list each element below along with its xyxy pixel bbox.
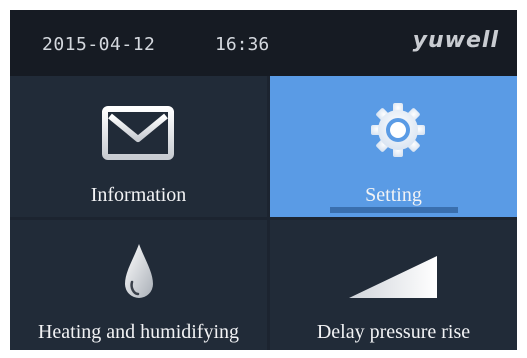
selection-underline xyxy=(330,207,458,213)
tile-label-delay-pressure-rise: Delay pressure rise xyxy=(316,321,471,343)
menu-tile-information[interactable]: Information xyxy=(10,76,267,217)
tile-label-heating-humidifying: Heating and humidifying xyxy=(37,321,240,343)
ramp-icon xyxy=(349,256,437,298)
envelope-icon xyxy=(102,106,174,160)
menu-tile-setting[interactable]: Setting xyxy=(270,76,517,217)
status-bar: 2015-04-12 16:36 yuwell xyxy=(10,10,517,76)
date-display: 2015-04-12 xyxy=(42,34,156,55)
device-screen: 2015-04-12 16:36 yuwell Information Sett… xyxy=(10,10,517,350)
tile-label-information: Information xyxy=(90,184,187,206)
tile-label-setting: Setting xyxy=(365,184,422,206)
gear-icon xyxy=(371,103,425,157)
menu-tile-heating-humidifying[interactable]: Heating and humidifying xyxy=(10,220,267,350)
time-display: 16:36 xyxy=(215,34,270,55)
brand-logo: yuwell xyxy=(412,28,499,53)
menu-tile-delay-pressure-rise[interactable]: Delay pressure rise xyxy=(270,220,517,350)
water-drop-icon xyxy=(125,244,153,298)
